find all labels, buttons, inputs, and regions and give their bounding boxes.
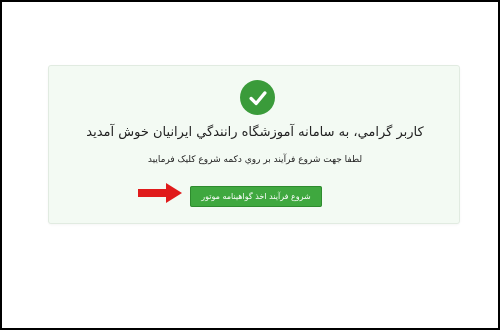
welcome-card: کاربر گرامي، به سامانه آموزشگاه رانندگي …	[48, 65, 460, 224]
checkmark-icon	[248, 90, 267, 105]
welcome-title: کاربر گرامي، به سامانه آموزشگاه رانندگي …	[86, 125, 424, 140]
arrow-right-icon	[138, 183, 182, 203]
start-instruction: لطفا جهت شروع فرآيند بر روي دکمه شروع کل…	[147, 155, 363, 165]
screenshot-frame: کاربر گرامي، به سامانه آموزشگاه رانندگي …	[0, 0, 500, 330]
start-process-button[interactable]: شروع فرآيند اخذ گواهينامه موتور	[190, 186, 322, 207]
checkmark-circle-icon	[240, 80, 275, 115]
